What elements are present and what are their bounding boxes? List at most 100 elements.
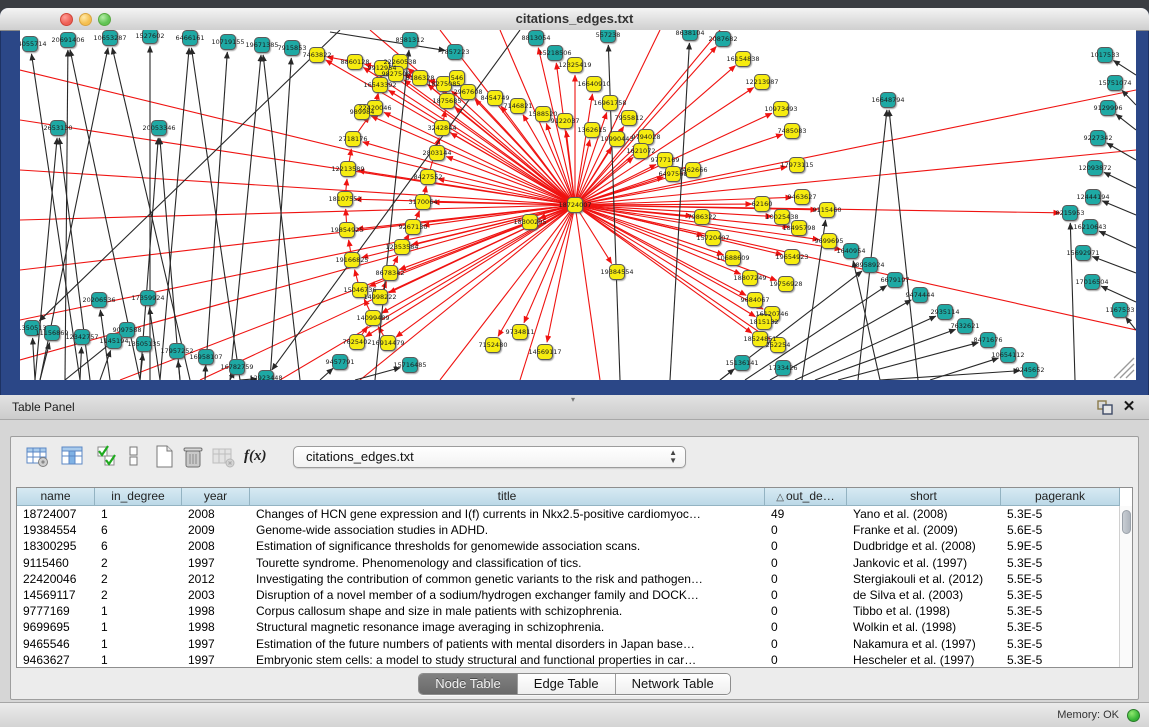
table-cell: 0 (765, 555, 847, 571)
graph-edge (451, 133, 575, 205)
graph-node-label: 1875685 (433, 97, 462, 105)
column-header-pagerank[interactable]: pagerank (1001, 488, 1120, 506)
canvas-resize-grip-icon[interactable] (1114, 358, 1134, 378)
table-cell: 49 (765, 506, 847, 522)
canvas-resize-grip-icon[interactable] (1120, 364, 1134, 378)
graph-node-label: 17016504 (1075, 278, 1108, 286)
table-row[interactable]: 969969511998Structural magnetic resonanc… (17, 619, 1120, 635)
table-source-select[interactable]: citations_edges.txt ▲▼ (293, 446, 686, 468)
graph-node-label: 17359924 (131, 294, 164, 302)
vertical-scrollbar[interactable] (1119, 506, 1132, 667)
table-cell: 1997 (182, 555, 250, 571)
graph-node-label: 20053346 (142, 124, 175, 132)
table-cell: 5.3E-5 (1001, 636, 1120, 652)
graph-node-label: 16914479 (371, 339, 404, 347)
table-cell: Yano et al. (2008) (847, 506, 1001, 522)
graph-edge (160, 48, 189, 380)
row-options-button[interactable] (128, 445, 140, 474)
graph-node-label: 7915853 (278, 44, 307, 52)
graph-node-label: 12923448 (249, 374, 282, 380)
table-cell: 9463627 (17, 652, 95, 668)
graph-edge (1104, 172, 1136, 188)
table-cell: 1998 (182, 619, 250, 635)
graph-node-label: 16154838 (726, 55, 759, 63)
graph-node-label: 16648794 (871, 96, 904, 104)
graph-node-label: 9794028 (632, 133, 661, 141)
graph-node-label: 9734811 (506, 328, 535, 336)
table-cell: Changes of HCN gene expression and I(f) … (250, 506, 765, 522)
table-mode-button[interactable] (26, 445, 50, 474)
table-cell: 5.6E-5 (1001, 522, 1120, 538)
close-panel-icon[interactable]: ✕ (1121, 398, 1137, 416)
table-body: 1872400712008Changes of HCN gene express… (17, 506, 1120, 668)
graph-node-label: 2935114 (931, 308, 960, 316)
create-column-button[interactable] (154, 445, 176, 474)
table-cell: 1997 (182, 636, 250, 652)
graph-node-label: 15720407 (696, 234, 729, 242)
table-cell: 18300295 (17, 538, 95, 554)
graph-node-label: 15716485 (393, 361, 426, 369)
graph-node-label: 22260538 (383, 58, 416, 66)
graph-node-label: 7857223 (441, 48, 470, 56)
graph-node-label: 9699695 (815, 237, 844, 245)
table-row[interactable]: 911546021997Tourette syndrome. Phenomeno… (17, 555, 1120, 571)
graph-node-label: 7632621 (951, 322, 980, 330)
graph-node-label: 19384554 (600, 268, 633, 276)
table-cell: Structural magnetic resonance image aver… (250, 619, 765, 635)
table-cell: 1998 (182, 603, 250, 619)
table-cell: 14569117 (17, 587, 95, 603)
graph-node-label: 2718176 (339, 135, 368, 143)
table-row[interactable]: 1456911722003Disruption of a novel membe… (17, 587, 1120, 603)
graph-node-label: 16543392 (363, 81, 396, 89)
graph-node-label: 9684067 (741, 296, 770, 304)
table-row[interactable]: 2242004622012Investigating the contribut… (17, 571, 1120, 587)
table-row[interactable]: 1938455462009Genome-wide association stu… (17, 522, 1120, 538)
table-cell: 9115460 (17, 555, 95, 571)
table-row[interactable]: 1872400712008Changes of HCN gene express… (17, 506, 1120, 522)
table-cell: 22420046 (17, 571, 95, 587)
graph-node-label: 9463627 (788, 193, 817, 201)
column-header-out_de[interactable]: △out_de… (765, 488, 847, 506)
graph-node-label: 1621072 (627, 147, 656, 155)
column-header-title[interactable]: title (250, 488, 765, 506)
table-cell: 0 (765, 571, 847, 587)
delete-table-button[interactable] (212, 445, 236, 474)
graph-edge (1116, 114, 1136, 130)
graph-node-label: 16210643 (1073, 223, 1106, 231)
scrollbar-thumb[interactable] (1122, 510, 1131, 534)
delete-column-button[interactable] (182, 445, 206, 474)
graph-node-label: 16120746 (755, 310, 788, 318)
table-row[interactable]: 977716911998Corpus callosum shape and si… (17, 603, 1120, 619)
network-canvas[interactable]: 1872400718300295881305415218506123254191… (20, 30, 1136, 380)
table-cell: 2009 (182, 522, 250, 538)
graph-edge (1099, 231, 1136, 248)
column-header-short[interactable]: short (847, 488, 1001, 506)
tab-network-table[interactable]: Network Table (616, 674, 730, 694)
window-titlebar[interactable]: citations_edges.txt (0, 8, 1149, 31)
table-row[interactable]: 946554611997Estimation of the future num… (17, 636, 1120, 652)
graph-node-label: 3242844 (428, 124, 457, 132)
graph-node-label: 12213987 (745, 78, 778, 86)
function-builder-button[interactable]: f(x) (244, 448, 267, 465)
graph-edge (880, 371, 1020, 380)
graph-node-label: 19756928 (769, 280, 802, 288)
graph-node-label: 13505135 (127, 340, 160, 348)
graph-node-label: 1733426 (769, 364, 798, 372)
table-row[interactable]: 946362711997Embryonic stem cells: a mode… (17, 652, 1120, 668)
table-cell: 6 (95, 522, 182, 538)
show-columns-button[interactable] (61, 445, 85, 474)
column-header-year[interactable]: year (182, 488, 250, 506)
column-header-in_degree[interactable]: in_degree (95, 488, 182, 506)
graph-node-label: 1017533 (1091, 51, 1120, 59)
select-columns-button[interactable] (96, 445, 120, 474)
splitter-grip-icon[interactable]: ▾ (566, 396, 580, 403)
column-header-name[interactable]: name (17, 488, 95, 506)
graph-edge (33, 338, 35, 380)
graph-node-label: 8958924 (856, 261, 885, 269)
float-panel-icon[interactable] (1097, 400, 1113, 415)
tab-edge-table[interactable]: Edge Table (518, 674, 616, 694)
table-row[interactable]: 1830029562008Estimation of significance … (17, 538, 1120, 554)
graph-node-label: 18300295 (513, 218, 546, 226)
graph-node-label: 8454749 (481, 94, 510, 102)
tab-node-table[interactable]: Node Table (419, 674, 518, 694)
